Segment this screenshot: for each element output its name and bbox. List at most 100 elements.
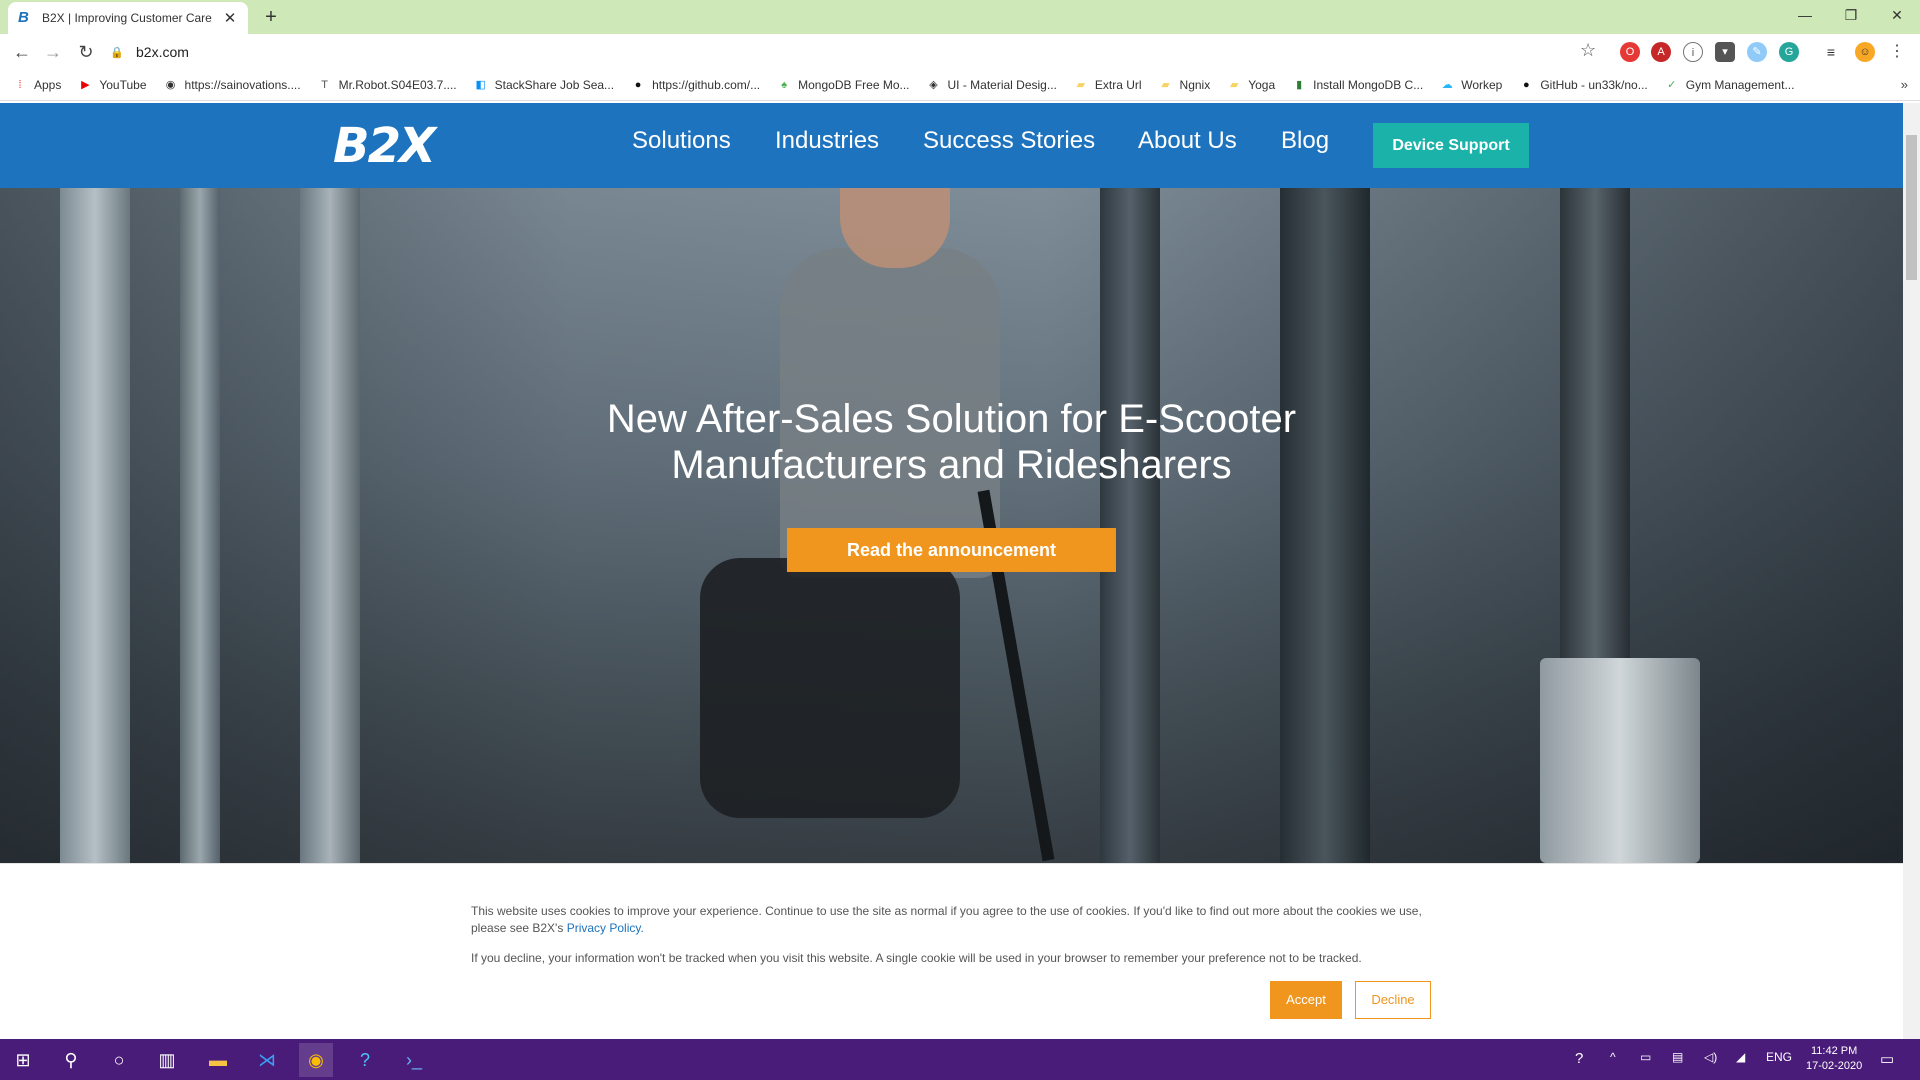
bookmark-item[interactable]: ● GitHub - un33k/no... xyxy=(1518,77,1648,93)
info-extension-icon[interactable]: i xyxy=(1683,42,1703,62)
address-bar[interactable]: 🔒 b2x.com xyxy=(110,38,1570,66)
bookmark-label: MongoDB Free Mo... xyxy=(798,78,910,92)
clock[interactable]: 11:42 PM 17-02-2020 xyxy=(1806,1044,1862,1074)
close-tab-icon[interactable]: ✕ xyxy=(222,9,238,27)
feather-extension-icon[interactable]: ✎ xyxy=(1747,42,1767,62)
hero-pillar xyxy=(60,188,130,863)
cookie-text-2: If you decline, your information won't b… xyxy=(471,951,1362,965)
nav-blog[interactable]: Blog xyxy=(1281,127,1329,155)
new-tab-icon[interactable]: + xyxy=(258,4,284,30)
browser-tab-strip xyxy=(0,0,1920,34)
bookmark-item[interactable]: T Mr.Robot.S04E03.7.... xyxy=(317,77,457,93)
bookmark-item[interactable]: ✓ Gym Management... xyxy=(1664,77,1794,93)
search-icon[interactable]: ⚲ xyxy=(54,1043,88,1077)
accept-cookies-button[interactable]: Accept xyxy=(1270,981,1342,1019)
hero-pillar xyxy=(180,188,220,863)
notification-icon[interactable]: ▭ xyxy=(1880,1050,1894,1068)
decline-cookies-button[interactable]: Decline xyxy=(1355,981,1431,1019)
bookmark-item[interactable]: ◈ UI - Material Desig... xyxy=(926,77,1057,93)
hero-banner xyxy=(0,188,1903,863)
chrome-menu-icon[interactable]: ⋮ xyxy=(1887,42,1907,62)
hero-title-line-1: New After-Sales Solution for E-Scooter xyxy=(606,397,1297,441)
back-icon[interactable]: ← xyxy=(10,40,34,64)
volume-icon[interactable]: ◁) xyxy=(1704,1050,1717,1064)
hero-title: New After-Sales Solution for E-Scooter M… xyxy=(0,396,1903,488)
network-drive-icon[interactable]: ▤ xyxy=(1672,1050,1683,1064)
bookmark-item[interactable]: ▮ Install MongoDB C... xyxy=(1291,77,1423,93)
nav-about-us[interactable]: About Us xyxy=(1138,127,1237,155)
bookmark-item[interactable]: ◉ https://sainovations.... xyxy=(163,77,301,93)
hero-pillar xyxy=(1280,188,1370,863)
nav-success-stories[interactable]: Success Stories xyxy=(923,127,1095,155)
bookmark-label: Workep xyxy=(1461,78,1503,92)
bookmark-label: GitHub - un33k/no... xyxy=(1540,78,1648,92)
privacy-policy-link[interactable]: Privacy Policy. xyxy=(567,921,644,935)
shield-extension-icon[interactable]: ▾ xyxy=(1715,42,1735,62)
more-bookmarks-icon[interactable]: » xyxy=(1901,77,1908,92)
youtube-icon: ▶ xyxy=(81,79,90,91)
help-tray-icon[interactable]: ? xyxy=(1575,1050,1583,1067)
cortana-icon[interactable]: ○ xyxy=(102,1043,136,1077)
b2x-logo[interactable]: B2X xyxy=(333,118,436,174)
device-support-button[interactable]: Device Support xyxy=(1373,123,1529,168)
browser-tab[interactable]: B B2X | Improving Customer Care ✕ xyxy=(8,2,248,34)
battery-icon[interactable]: ▭ xyxy=(1640,1050,1651,1064)
hero-title-line-2: Manufacturers and Ridesharers xyxy=(671,443,1232,487)
windows-start-icon[interactable]: ⊞ xyxy=(6,1043,40,1077)
grammarly-extension-icon[interactable]: G xyxy=(1779,42,1799,62)
hero-bin xyxy=(1540,658,1700,863)
hero-pillar xyxy=(300,188,360,863)
wifi-icon[interactable]: ◢ xyxy=(1736,1050,1745,1064)
folder-icon: ▰ xyxy=(1161,79,1170,91)
mongodb-icon: ▮ xyxy=(1296,79,1303,91)
chrome-icon[interactable]: ◉ xyxy=(299,1043,333,1077)
material-icon: ◈ xyxy=(929,79,938,91)
github-icon: ● xyxy=(1523,79,1530,91)
reload-icon[interactable]: ↻ xyxy=(74,40,98,64)
bookmark-item[interactable]: ♠ MongoDB Free Mo... xyxy=(776,77,909,93)
tab-title: B2X | Improving Customer Care xyxy=(42,11,212,25)
bookmark-item[interactable]: ▰ Extra Url xyxy=(1073,77,1142,93)
show-hidden-icons-icon[interactable]: ^ xyxy=(1610,1050,1616,1064)
profile-avatar-icon[interactable]: ☺ xyxy=(1855,42,1875,62)
opera-extension-icon[interactable]: O xyxy=(1620,42,1640,62)
help-icon[interactable]: ? xyxy=(348,1043,382,1077)
media-control-icon[interactable]: ≡ xyxy=(1821,42,1841,62)
clock-date: 17-02-2020 xyxy=(1806,1060,1863,1072)
text-icon: T xyxy=(321,79,328,91)
cookie-text-1: This website uses cookies to improve you… xyxy=(471,903,1431,937)
bookmark-item[interactable]: ⁞ Apps xyxy=(12,77,61,93)
bookmark-item[interactable]: ▰ Yoga xyxy=(1226,77,1275,93)
hero-pillar xyxy=(1100,188,1160,863)
bookmark-item[interactable]: ▰ Ngnix xyxy=(1158,77,1210,93)
bookmark-label: https://sainovations.... xyxy=(184,78,301,92)
close-window-icon[interactable]: ✕ xyxy=(1874,0,1920,30)
file-explorer-icon[interactable]: ▬ xyxy=(201,1043,235,1077)
bookmark-label: UI - Material Desig... xyxy=(947,78,1057,92)
bookmark-label: YouTube xyxy=(99,78,147,92)
minimize-icon[interactable]: — xyxy=(1782,0,1828,30)
globe-icon: ◉ xyxy=(165,79,176,91)
bookmark-item[interactable]: ▶ YouTube xyxy=(77,77,146,93)
folder-icon: ▰ xyxy=(1076,79,1086,91)
bookmark-item[interactable]: ● https://github.com/... xyxy=(630,77,760,93)
nav-industries[interactable]: Industries xyxy=(775,127,879,155)
task-view-icon[interactable]: ▥ xyxy=(150,1043,184,1077)
bookmark-label: Mr.Robot.S04E03.7.... xyxy=(338,78,457,92)
stackshare-icon: ◧ xyxy=(475,79,486,91)
scrollbar-thumb[interactable] xyxy=(1906,135,1917,280)
read-announcement-button[interactable]: Read the announcement xyxy=(787,528,1116,572)
adblock-extension-icon[interactable]: A xyxy=(1651,42,1671,62)
bookmark-item[interactable]: ◧ StackShare Job Sea... xyxy=(473,77,614,93)
bookmark-star-icon[interactable]: ☆ xyxy=(1580,40,1596,61)
lock-icon: 🔒 xyxy=(110,46,124,59)
check-icon: ✓ xyxy=(1667,79,1677,91)
restore-icon[interactable]: ❐ xyxy=(1828,0,1874,30)
language-indicator[interactable]: ENG xyxy=(1766,1050,1792,1064)
bookmark-item[interactable]: ☁ Workep xyxy=(1439,77,1503,93)
nav-solutions[interactable]: Solutions xyxy=(632,127,731,155)
vscode-icon[interactable]: ⋊ xyxy=(250,1043,284,1077)
powershell-icon[interactable]: ›_ xyxy=(397,1043,431,1077)
forward-icon[interactable]: → xyxy=(41,40,65,64)
mongodb-leaf-icon: ♠ xyxy=(781,79,788,91)
